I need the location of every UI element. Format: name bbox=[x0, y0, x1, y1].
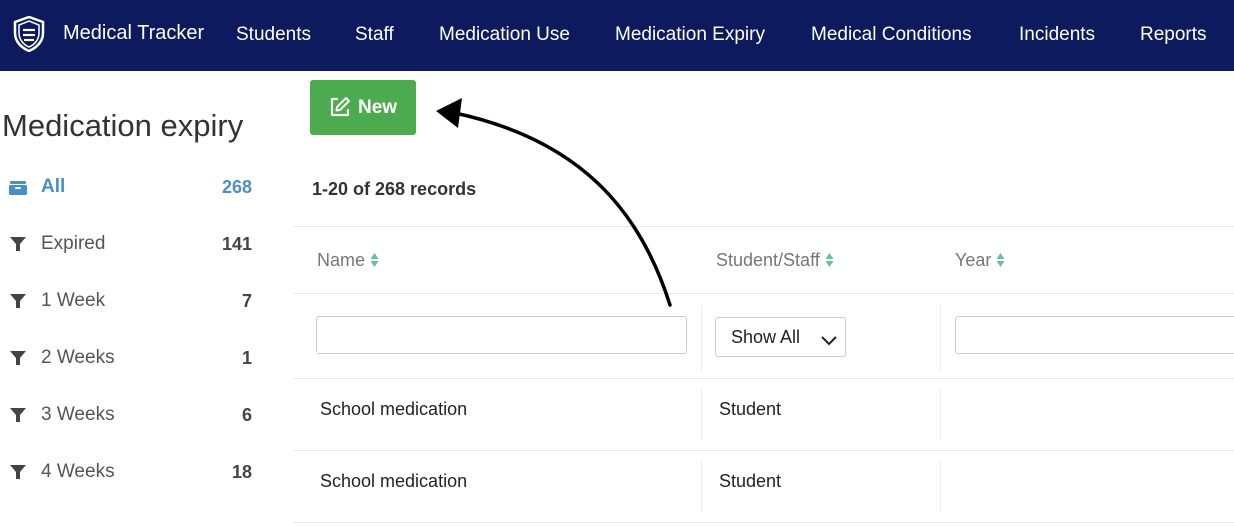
sort-icon bbox=[370, 252, 379, 268]
cell-name[interactable]: School medication bbox=[320, 399, 467, 420]
cell-student-staff: Student bbox=[719, 471, 782, 491]
records-summary: 1-20 of 268 records bbox=[312, 179, 477, 199]
student-staff-select[interactable]: Show All bbox=[715, 317, 846, 357]
sidebar-item-count: 7 bbox=[241, 290, 252, 311]
nav-reports[interactable]: Reports bbox=[1140, 23, 1207, 47]
sidebar-item-label: 2 Weeks bbox=[41, 347, 115, 368]
sidebar-item-count: 6 bbox=[241, 404, 252, 425]
sidebar-item-count: 1 bbox=[241, 347, 252, 368]
column-header-name[interactable]: Name bbox=[317, 226, 379, 294]
cell-student-staff: Student bbox=[719, 399, 782, 419]
sidebar-item-label: 4 Weeks bbox=[41, 461, 115, 482]
nav-incidents[interactable]: Incidents bbox=[1019, 23, 1095, 47]
nav-staff[interactable]: Staff bbox=[355, 23, 394, 47]
chevron-down-icon bbox=[821, 330, 837, 346]
column-divider bbox=[940, 388, 941, 440]
table-divider bbox=[294, 450, 1234, 451]
column-divider bbox=[701, 388, 702, 440]
sidebar-item-label: All bbox=[41, 176, 66, 197]
table-divider bbox=[294, 293, 1234, 294]
sort-icon bbox=[825, 252, 834, 268]
filter-icon bbox=[8, 234, 28, 254]
sidebar-item-label: Expired bbox=[41, 233, 106, 254]
column-divider bbox=[940, 306, 941, 372]
cell-name[interactable]: School medication bbox=[320, 471, 467, 492]
page-title: Medication expiry bbox=[2, 108, 244, 143]
table-divider bbox=[294, 378, 1234, 379]
sidebar-item-1-week[interactable]: 1 Week 7 bbox=[8, 286, 254, 316]
sidebar-item-label: 1 Week bbox=[41, 290, 106, 311]
column-header-label: Student/Staff bbox=[716, 249, 820, 270]
nav-medical-conditions[interactable]: Medical Conditions bbox=[811, 23, 972, 47]
year-filter-input[interactable] bbox=[955, 316, 1234, 354]
column-divider bbox=[701, 306, 702, 372]
column-divider bbox=[940, 460, 941, 512]
sidebar-item-3-weeks[interactable]: 3 Weeks 6 bbox=[8, 400, 254, 430]
new-button[interactable]: New bbox=[310, 80, 416, 135]
sidebar-item-2-weeks[interactable]: 2 Weeks 1 bbox=[8, 343, 254, 373]
sidebar-item-count: 141 bbox=[221, 233, 252, 254]
sidebar-item-count: 18 bbox=[231, 461, 252, 482]
brand-title[interactable]: Medical Tracker bbox=[63, 21, 204, 45]
shield-logo-icon[interactable] bbox=[13, 15, 45, 53]
column-header-label: Year bbox=[955, 249, 992, 270]
sort-icon bbox=[996, 252, 1005, 268]
column-divider bbox=[701, 460, 702, 512]
nav-medication-use[interactable]: Medication Use bbox=[439, 23, 570, 47]
column-header-year[interactable]: Year bbox=[955, 226, 1005, 294]
inbox-icon bbox=[8, 177, 28, 197]
name-filter-input[interactable] bbox=[316, 316, 687, 354]
sidebar-item-count: 268 bbox=[221, 176, 252, 197]
sidebar-item-label: 3 Weeks bbox=[41, 404, 115, 425]
filter-icon bbox=[8, 405, 28, 425]
nav-students[interactable]: Students bbox=[236, 23, 311, 47]
sidebar-item-all[interactable]: All 268 bbox=[8, 172, 254, 202]
filter-icon bbox=[8, 348, 28, 368]
edit-icon bbox=[329, 96, 351, 118]
column-header-student-staff[interactable]: Student/Staff bbox=[716, 226, 834, 294]
top-navbar: Medical Tracker Students Staff Medicatio… bbox=[0, 0, 1234, 71]
filter-icon bbox=[8, 462, 28, 482]
select-value: Show All bbox=[731, 326, 801, 347]
new-button-label: New bbox=[358, 97, 398, 118]
table-divider bbox=[294, 522, 1234, 523]
filter-icon bbox=[8, 291, 28, 311]
sidebar-item-4-weeks[interactable]: 4 Weeks 18 bbox=[8, 457, 254, 487]
sidebar-item-expired[interactable]: Expired 141 bbox=[8, 229, 254, 259]
column-header-label: Name bbox=[317, 249, 366, 270]
nav-medication-expiry[interactable]: Medication Expiry bbox=[615, 23, 765, 47]
annotation-arrow bbox=[436, 98, 672, 307]
